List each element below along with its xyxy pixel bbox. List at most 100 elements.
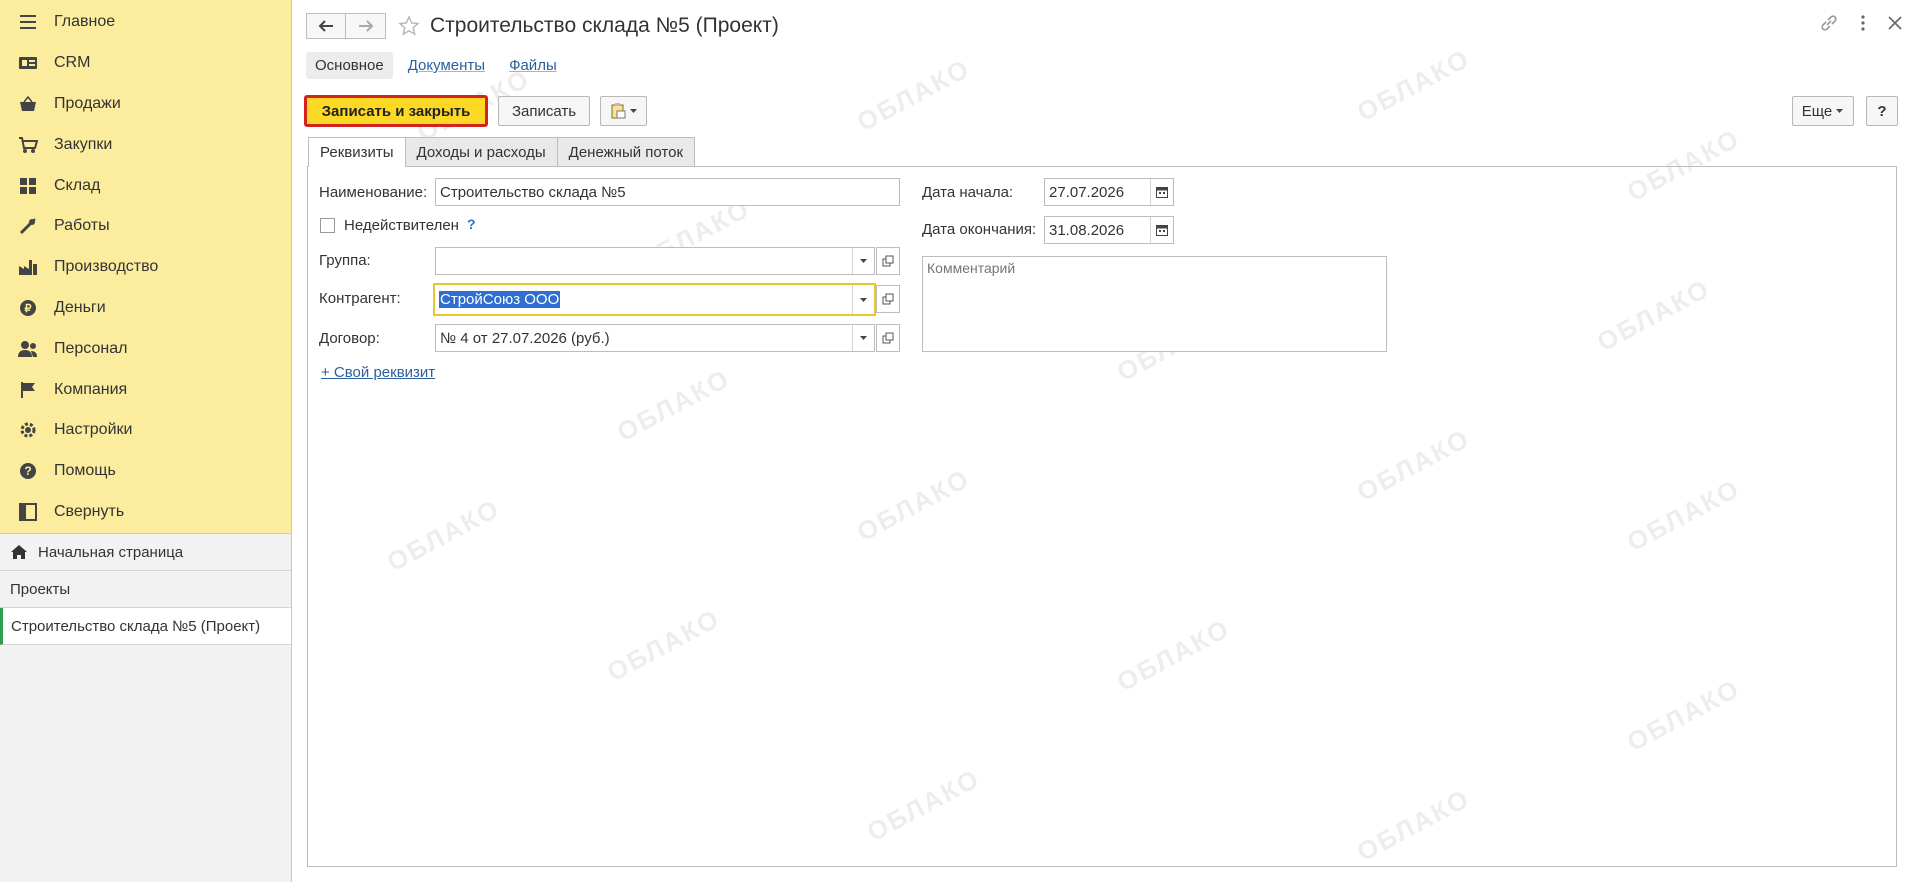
- open-window-label: Начальная страница: [38, 543, 184, 561]
- calendar-icon[interactable]: [1150, 217, 1173, 243]
- name-field[interactable]: Строительство склада №5: [435, 178, 900, 206]
- more-vertical-icon[interactable]: [1860, 15, 1866, 35]
- favorite-star-icon[interactable]: [398, 15, 420, 37]
- flag-icon: [18, 380, 38, 400]
- section-tabs: Основное Документы Файлы: [306, 52, 566, 79]
- title-bar: Строительство склада №5 (Проект): [306, 10, 1920, 42]
- section-menu: Главное CRM Продажи Закупки Склад Работы: [0, 0, 291, 534]
- menu-item-production[interactable]: Производство: [0, 247, 291, 288]
- dropdown-arrow-icon[interactable]: [852, 248, 874, 274]
- close-icon[interactable]: [1888, 16, 1902, 34]
- print-menu-button[interactable]: [600, 96, 647, 126]
- menu-item-company[interactable]: Компания: [0, 369, 291, 410]
- counterparty-open-button[interactable]: [876, 285, 900, 313]
- open-window-icon: [882, 293, 894, 305]
- factory-icon: [18, 257, 38, 277]
- menu-item-crm[interactable]: CRM: [0, 43, 291, 84]
- tools-icon: [18, 216, 38, 236]
- open-window-icon: [882, 332, 894, 344]
- start-date-field[interactable]: 27.07.2026: [1044, 178, 1174, 206]
- help-button[interactable]: ?: [1866, 96, 1898, 126]
- save-and-close-button[interactable]: Записать и закрыть: [304, 95, 488, 127]
- open-window-projects[interactable]: Проекты: [0, 571, 291, 608]
- group-open-button[interactable]: [876, 247, 900, 275]
- menu-item-main[interactable]: Главное: [0, 2, 291, 43]
- people-icon: [18, 339, 38, 359]
- menu-label: Производство: [54, 258, 159, 276]
- calendar-icon[interactable]: [1150, 179, 1173, 205]
- menu-item-money[interactable]: ₽ Деньги: [0, 288, 291, 329]
- start-date-value: 27.07.2026: [1049, 183, 1125, 201]
- tab-main[interactable]: Основное: [306, 52, 393, 79]
- end-date-field[interactable]: 31.08.2026: [1044, 216, 1174, 244]
- open-window-label: Проекты: [10, 580, 71, 598]
- menu-label: Деньги: [54, 298, 106, 316]
- main-area: ОБЛАКО ОБЛАКО ОБЛАКО ОБЛАКО ОБЛАКО ОБЛАК…: [292, 0, 1920, 882]
- end-date-value: 31.08.2026: [1049, 221, 1125, 239]
- gear-icon: [18, 420, 38, 440]
- help-icon: ?: [18, 461, 38, 481]
- arrow-right-icon: [358, 20, 373, 32]
- inactive-checkbox[interactable]: [320, 218, 335, 233]
- menu-label: Компания: [54, 380, 128, 398]
- contract-open-button[interactable]: [876, 324, 900, 352]
- tab-income-expenses[interactable]: Доходы и расходы: [404, 137, 558, 166]
- menu-item-works[interactable]: Работы: [0, 206, 291, 247]
- menu-item-personnel[interactable]: Персонал: [0, 328, 291, 369]
- forward-button[interactable]: [346, 13, 386, 39]
- menu-label: CRM: [54, 54, 91, 72]
- tab-requisites[interactable]: Реквизиты: [308, 137, 406, 167]
- page-title: Строительство склада №5 (Проект): [430, 14, 779, 37]
- dropdown-arrow-icon: [630, 109, 637, 113]
- add-custom-attribute-link[interactable]: + Свой реквизит: [321, 364, 435, 381]
- start-date-label: Дата начала:: [922, 184, 1014, 201]
- end-date-label: Дата окончания:: [922, 221, 1037, 238]
- save-button[interactable]: Записать: [498, 96, 590, 126]
- dropdown-arrow-icon[interactable]: [852, 325, 874, 351]
- more-label: Еще: [1801, 102, 1833, 120]
- tab-files[interactable]: Файлы: [500, 52, 566, 79]
- menu-label: Помощь: [54, 462, 116, 480]
- more-button[interactable]: Еще: [1792, 96, 1854, 126]
- arrow-left-icon: [318, 20, 333, 32]
- menu-item-settings[interactable]: Настройки: [0, 410, 291, 451]
- menu-label: Продажи: [54, 94, 121, 112]
- menu-item-warehouse[interactable]: Склад: [0, 165, 291, 206]
- menu-label: Свернуть: [54, 502, 125, 520]
- form-tabs: Реквизиты Доходы и расходы Денежный пото…: [308, 137, 696, 167]
- contract-value: № 4 от 27.07.2026 (руб.): [440, 329, 610, 347]
- dropdown-arrow-icon[interactable]: [852, 285, 874, 314]
- counterparty-value: СтройСоюз ООО: [439, 291, 561, 308]
- inactive-help-link[interactable]: ?: [467, 216, 476, 232]
- group-field[interactable]: [435, 247, 875, 275]
- money-icon: ₽: [18, 298, 38, 318]
- comment-field[interactable]: [922, 256, 1387, 352]
- contract-label: Договор:: [319, 330, 380, 347]
- menu-item-help[interactable]: ? Помощь: [0, 451, 291, 492]
- collapse-icon: [18, 502, 38, 522]
- counterparty-field[interactable]: СтройСоюз ООО: [433, 283, 876, 316]
- back-button[interactable]: [306, 13, 346, 39]
- dropdown-arrow-icon: [1836, 109, 1844, 113]
- svg-text:?: ?: [24, 464, 31, 478]
- title-icons: [1820, 14, 1902, 36]
- name-label: Наименование:: [319, 184, 428, 201]
- menu-label: Работы: [54, 217, 110, 235]
- menu-lines-icon: [18, 12, 38, 32]
- open-window-current[interactable]: Строительство склада №5 (Проект): [0, 608, 291, 645]
- menu-label: Главное: [54, 13, 116, 31]
- menu-item-sales[interactable]: Продажи: [0, 84, 291, 125]
- open-window-icon: [882, 255, 894, 267]
- contract-field[interactable]: № 4 от 27.07.2026 (руб.): [435, 324, 875, 352]
- menu-item-collapse[interactable]: Свернуть: [0, 492, 291, 533]
- group-label: Группа:: [319, 252, 371, 269]
- link-icon[interactable]: [1820, 14, 1838, 36]
- tab-documents[interactable]: Документы: [399, 52, 494, 79]
- toolbar: Записать и закрыть Записать Еще ?: [304, 95, 1898, 127]
- menu-item-purchases[interactable]: Закупки: [0, 124, 291, 165]
- open-window-home[interactable]: Начальная страница: [0, 534, 291, 571]
- inactive-label: Недействителен: [344, 217, 459, 234]
- tab-cash-flow[interactable]: Денежный поток: [556, 137, 696, 166]
- menu-label: Закупки: [54, 135, 113, 153]
- clipboard-icon: [611, 103, 626, 119]
